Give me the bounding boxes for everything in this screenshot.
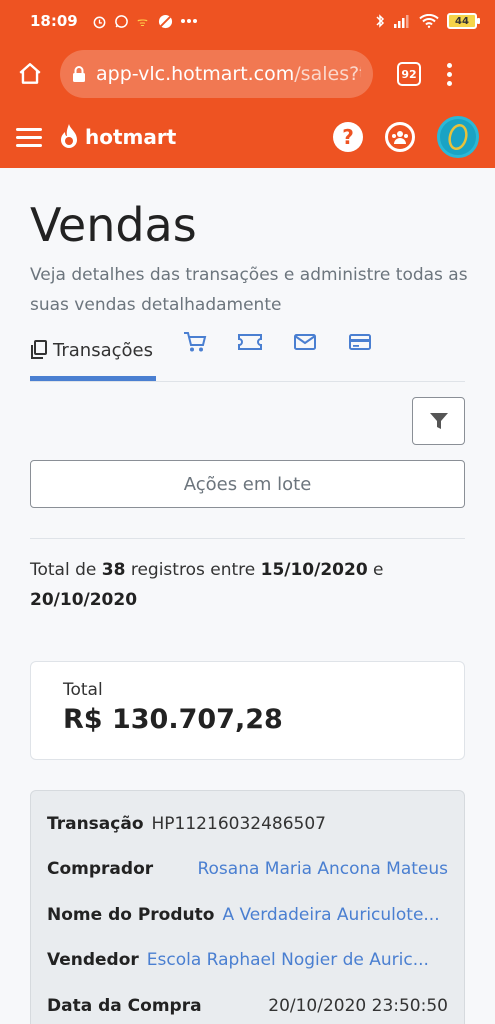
summary-date-from: 15/10/2020 bbox=[260, 560, 368, 580]
bluetooth-icon bbox=[376, 14, 385, 28]
lock-icon bbox=[72, 65, 86, 83]
avatar-logo-icon bbox=[448, 123, 468, 151]
row-label: Data da Compra bbox=[47, 995, 202, 1016]
users-icon bbox=[392, 131, 408, 144]
blocked-icon bbox=[158, 14, 172, 28]
more-icon bbox=[180, 19, 197, 23]
browser-menu-button[interactable] bbox=[447, 62, 452, 86]
cart-icon bbox=[184, 332, 207, 352]
whatsapp-icon bbox=[114, 14, 128, 28]
row-label: Nome do Produto bbox=[47, 904, 215, 925]
tab-payments[interactable] bbox=[344, 330, 376, 354]
avatar[interactable] bbox=[437, 116, 479, 158]
help-button[interactable]: ? bbox=[333, 122, 363, 152]
logo-text: hotmart bbox=[85, 125, 177, 149]
summary-middle: registros entre bbox=[125, 560, 261, 580]
transaction-card[interactable]: Transação HP11216032486507 Comprador Ros… bbox=[30, 790, 465, 1024]
url-domain: app-vlc.hotmart.com bbox=[96, 63, 295, 85]
tab-tickets[interactable] bbox=[234, 330, 266, 354]
url-path: /sales?t bbox=[294, 63, 361, 85]
summary-date-to: 20/10/2020 bbox=[30, 590, 138, 610]
buyer-link[interactable]: Rosana Maria Ancona Mateus bbox=[197, 859, 448, 879]
transaction-id: HP11216032486507 bbox=[151, 813, 326, 834]
notification-icons: ᯤ bbox=[92, 14, 198, 29]
alarm-icon bbox=[93, 16, 106, 28]
summary-and: e bbox=[367, 560, 384, 580]
tab-transactions-label: Transações bbox=[53, 339, 153, 361]
home-icon bbox=[19, 63, 41, 84]
hotmart-logo[interactable]: hotmart bbox=[58, 123, 176, 151]
signal-icon bbox=[394, 15, 409, 28]
product-row: Nome do Produto A Verdadeira Auriculote.… bbox=[47, 892, 448, 938]
url-text: app-vlc.hotmart.com/sales?t bbox=[96, 63, 361, 85]
browser-toolbar: app-vlc.hotmart.com/sales?t 92 bbox=[0, 42, 495, 106]
copy-icon bbox=[31, 340, 47, 359]
batch-actions-button[interactable]: Ações em lote bbox=[30, 460, 465, 508]
filter-button[interactable] bbox=[412, 397, 465, 445]
seller-row: Vendedor Escola Raphael Nogier de Auric.… bbox=[47, 938, 448, 984]
buyer-row: Comprador Rosana Maria Ancona Mateus bbox=[47, 847, 448, 893]
summary-prefix: Total de bbox=[30, 560, 102, 580]
app-header: hotmart ? bbox=[0, 106, 495, 168]
purchase-date-row: Data da Compra 20/10/2020 23:50:50 bbox=[47, 983, 448, 1024]
transaction-id-row: Transação HP11216032486507 bbox=[47, 801, 448, 847]
status-time: 18:09 bbox=[30, 12, 78, 30]
credit-card-icon bbox=[349, 334, 371, 350]
product-link[interactable]: A Verdadeira Auriculote... bbox=[222, 905, 439, 925]
total-card: Total R$ 130.707,28 bbox=[30, 661, 465, 760]
wifi-icon bbox=[419, 14, 439, 28]
total-value: R$ 130.707,28 bbox=[63, 704, 283, 735]
row-label: Transação bbox=[47, 813, 144, 834]
svg-text:ᯤ: ᯤ bbox=[137, 15, 148, 29]
records-summary: Total de 38 registros entre 15/10/2020 e… bbox=[30, 555, 470, 615]
summary-count: 38 bbox=[101, 560, 126, 580]
menu-icon[interactable] bbox=[16, 127, 42, 147]
address-bar[interactable]: app-vlc.hotmart.com/sales?t bbox=[60, 50, 373, 98]
purchase-date: 20/10/2020 23:50:50 bbox=[268, 995, 448, 1016]
page-subtitle: Veja detalhes das transações e administr… bbox=[30, 265, 468, 315]
flame-icon bbox=[61, 124, 77, 148]
tab-transactions[interactable]: Transações bbox=[30, 330, 156, 381]
battery-icon: 44 bbox=[447, 13, 480, 29]
seller-link[interactable]: Escola Raphael Nogier de Auric... bbox=[147, 950, 429, 970]
ticket-icon bbox=[238, 334, 262, 350]
tab-cart[interactable] bbox=[179, 330, 211, 354]
page-title: Vendas bbox=[30, 198, 197, 252]
tab-switcher-button[interactable]: 92 bbox=[397, 62, 421, 86]
filter-icon bbox=[429, 413, 448, 429]
home-button[interactable] bbox=[14, 58, 46, 90]
sales-tabs: Transações bbox=[30, 330, 465, 382]
row-label: Vendedor bbox=[47, 950, 139, 971]
total-label: Total bbox=[63, 680, 103, 700]
tab-mail[interactable] bbox=[289, 330, 321, 354]
status-bar: 18:09 ᯤ 44 bbox=[0, 0, 495, 42]
app-icon: ᯤ bbox=[137, 15, 148, 29]
row-label: Comprador bbox=[47, 859, 154, 880]
mail-icon bbox=[294, 334, 316, 350]
divider bbox=[30, 538, 465, 539]
community-button[interactable] bbox=[385, 122, 415, 152]
